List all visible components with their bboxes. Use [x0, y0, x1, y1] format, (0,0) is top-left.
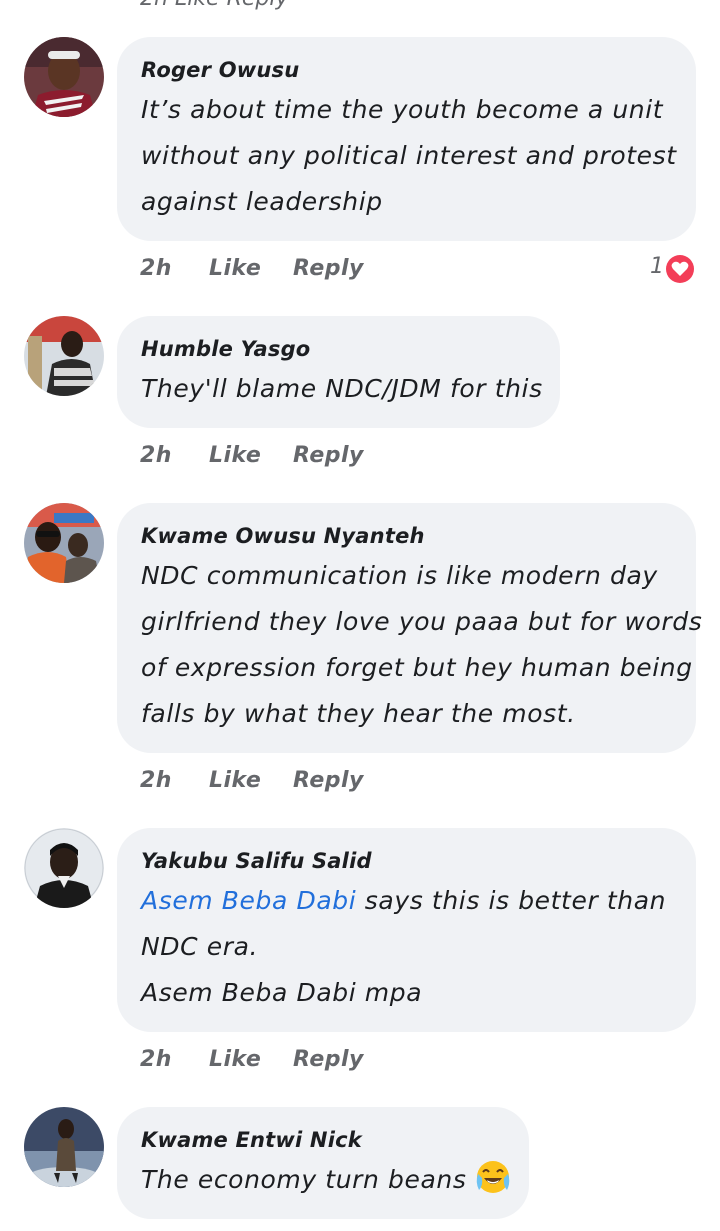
comment-text: The economy turn beans — [141, 1157, 510, 1203]
avatar[interactable] — [24, 316, 104, 396]
comment-author[interactable]: Kwame Entwi Nick — [141, 1125, 505, 1155]
comment-bubble: Yakubu Salifu Salid Asem Beba Dabi says … — [117, 828, 696, 1032]
like-button[interactable]: Like — [209, 256, 261, 281]
comment-text-line: They'll blame NDC/JDM for this — [141, 374, 543, 403]
comment-time: 2h — [140, 1047, 172, 1072]
comment-text: Asem Beba Dabi says this is better than … — [141, 878, 672, 1016]
avatar[interactable] — [24, 503, 104, 583]
comment-text-line: against leadership — [141, 187, 383, 216]
comment-bubble: Humble Yasgo They'll blame NDC/JDM for t… — [117, 316, 560, 428]
comment-text-line: girlfriend they love you paaa but for wo… — [141, 607, 703, 636]
reply-button[interactable]: Reply — [293, 1047, 364, 1072]
comment-text: NDC communication is like modern day gir… — [141, 553, 703, 737]
comment-text-line: Asem Beba Dabi says this is better than — [141, 878, 672, 924]
like-button[interactable]: Like — [209, 443, 261, 468]
comment-text-segment: says this is better than — [356, 886, 667, 915]
previous-comment-actions-text: 2h Like Reply — [140, 0, 289, 11]
comment-text: It’s about time the youth become a unit … — [141, 87, 677, 225]
comment-bubble: Roger Owusu It’s about time the youth be… — [117, 37, 696, 241]
comment-text-line: falls by what they hear the most. — [141, 699, 576, 728]
comment-time: 2h — [140, 443, 172, 468]
comment-time: 2h — [140, 256, 172, 281]
comment-text-line: The economy turn beans — [141, 1157, 510, 1203]
like-button[interactable]: Like — [209, 1047, 261, 1072]
comment-text: They'll blame NDC/JDM for this — [141, 366, 543, 412]
comment-author[interactable]: Yakubu Salifu Salid — [141, 846, 672, 876]
comment-text-line: It’s about time the youth become a unit — [141, 95, 664, 124]
avatar[interactable] — [24, 828, 104, 908]
like-button[interactable]: Like — [209, 768, 261, 793]
comment-text-line: Asem Beba Dabi mpa — [141, 978, 423, 1007]
mention-link[interactable]: Asem Beba Dabi — [141, 886, 356, 915]
comment-time: 2h — [140, 768, 172, 793]
avatar[interactable] — [24, 37, 104, 117]
comment-bubble: Kwame Owusu Nyanteh NDC communication is… — [117, 503, 703, 753]
comment-bubble: Kwame Entwi Nick The economy turn beans — [117, 1107, 529, 1219]
comment-text-line: NDC communication is like modern day — [141, 561, 658, 590]
previous-comment-actions: 2h Like Reply — [0, 0, 720, 11]
comment-text-line: NDC era. — [141, 932, 259, 961]
comment-author[interactable]: Humble Yasgo — [141, 334, 536, 364]
comment-text-segment: The economy turn beans — [141, 1165, 467, 1194]
comment-author[interactable]: Roger Owusu — [141, 55, 672, 85]
reply-button[interactable]: Reply — [293, 768, 364, 793]
avatar[interactable] — [24, 1107, 104, 1187]
reaction-count: 1 — [650, 254, 664, 279]
crying-laughing-emoji-icon — [477, 1161, 510, 1193]
reply-button[interactable]: Reply — [293, 256, 364, 281]
love-reaction-icon — [664, 253, 696, 285]
comment-author[interactable]: Kwame Owusu Nyanteh — [141, 521, 672, 551]
comment-text-line: of expression forget but hey human being — [141, 653, 693, 682]
reply-button[interactable]: Reply — [293, 443, 364, 468]
comment-text-line: without any political interest and prote… — [141, 141, 677, 170]
